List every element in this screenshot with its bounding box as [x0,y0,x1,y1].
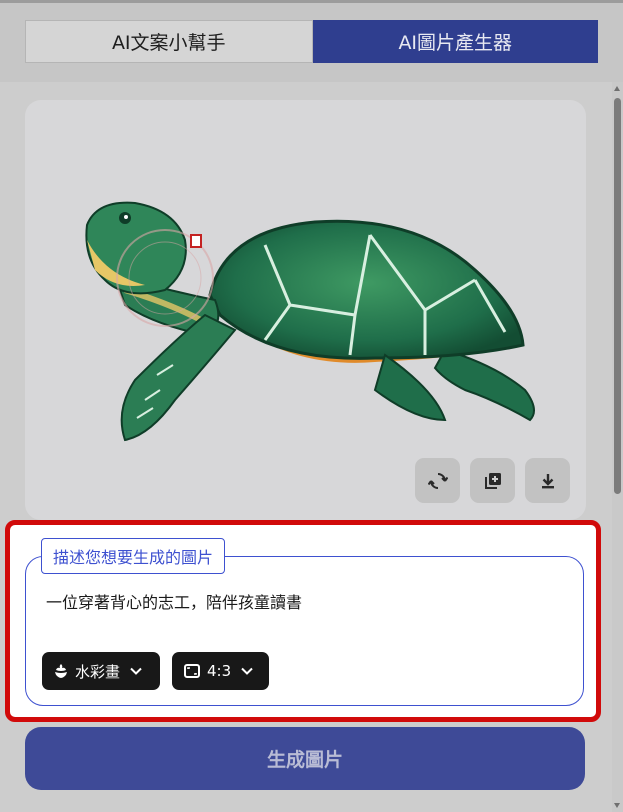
add-to-library-button[interactable] [470,458,515,503]
style-select-value: 水彩畫 [75,662,121,681]
scrollbar[interactable] [612,82,623,812]
aspect-ratio-select[interactable]: 4:3 [172,652,269,690]
refresh-icon [427,472,448,489]
app-root: AI文案小幫手 AI圖片產生器 描述您想要生成的圖片 一位穿著背心的志工，陪伴孩… [0,0,623,812]
chevron-down-icon [241,667,253,675]
generated-image-card [25,100,586,520]
prompt-label: 描述您想要生成的圖片 [41,538,226,574]
download-button[interactable] [525,458,570,503]
generate-image-button[interactable]: 生成圖片 [25,727,585,790]
top-bar: AI文案小幫手 AI圖片產生器 [0,0,623,82]
tab-image-generator[interactable]: AI圖片產生器 [312,20,598,63]
aspect-ratio-value: 4:3 [207,662,232,680]
prompt-input[interactable]: 一位穿著背心的志工，陪伴孩童讀書 [46,589,566,613]
scroll-thumb[interactable] [614,98,621,494]
style-flower-icon [55,664,67,678]
style-select[interactable]: 水彩畫 [42,652,160,690]
tab-bar: AI文案小幫手 AI圖片產生器 [25,20,598,63]
scroll-up-arrow-icon[interactable] [614,86,620,91]
top-edge [0,0,623,3]
aspect-ratio-icon [184,664,200,678]
download-icon [541,473,554,488]
regenerate-button[interactable] [415,458,460,503]
chevron-down-icon [130,667,142,675]
add-to-library-icon [484,472,501,489]
scroll-down-arrow-icon[interactable] [614,803,620,808]
tab-copywriting[interactable]: AI文案小幫手 [25,20,313,63]
generated-turtle-image [85,201,535,442]
